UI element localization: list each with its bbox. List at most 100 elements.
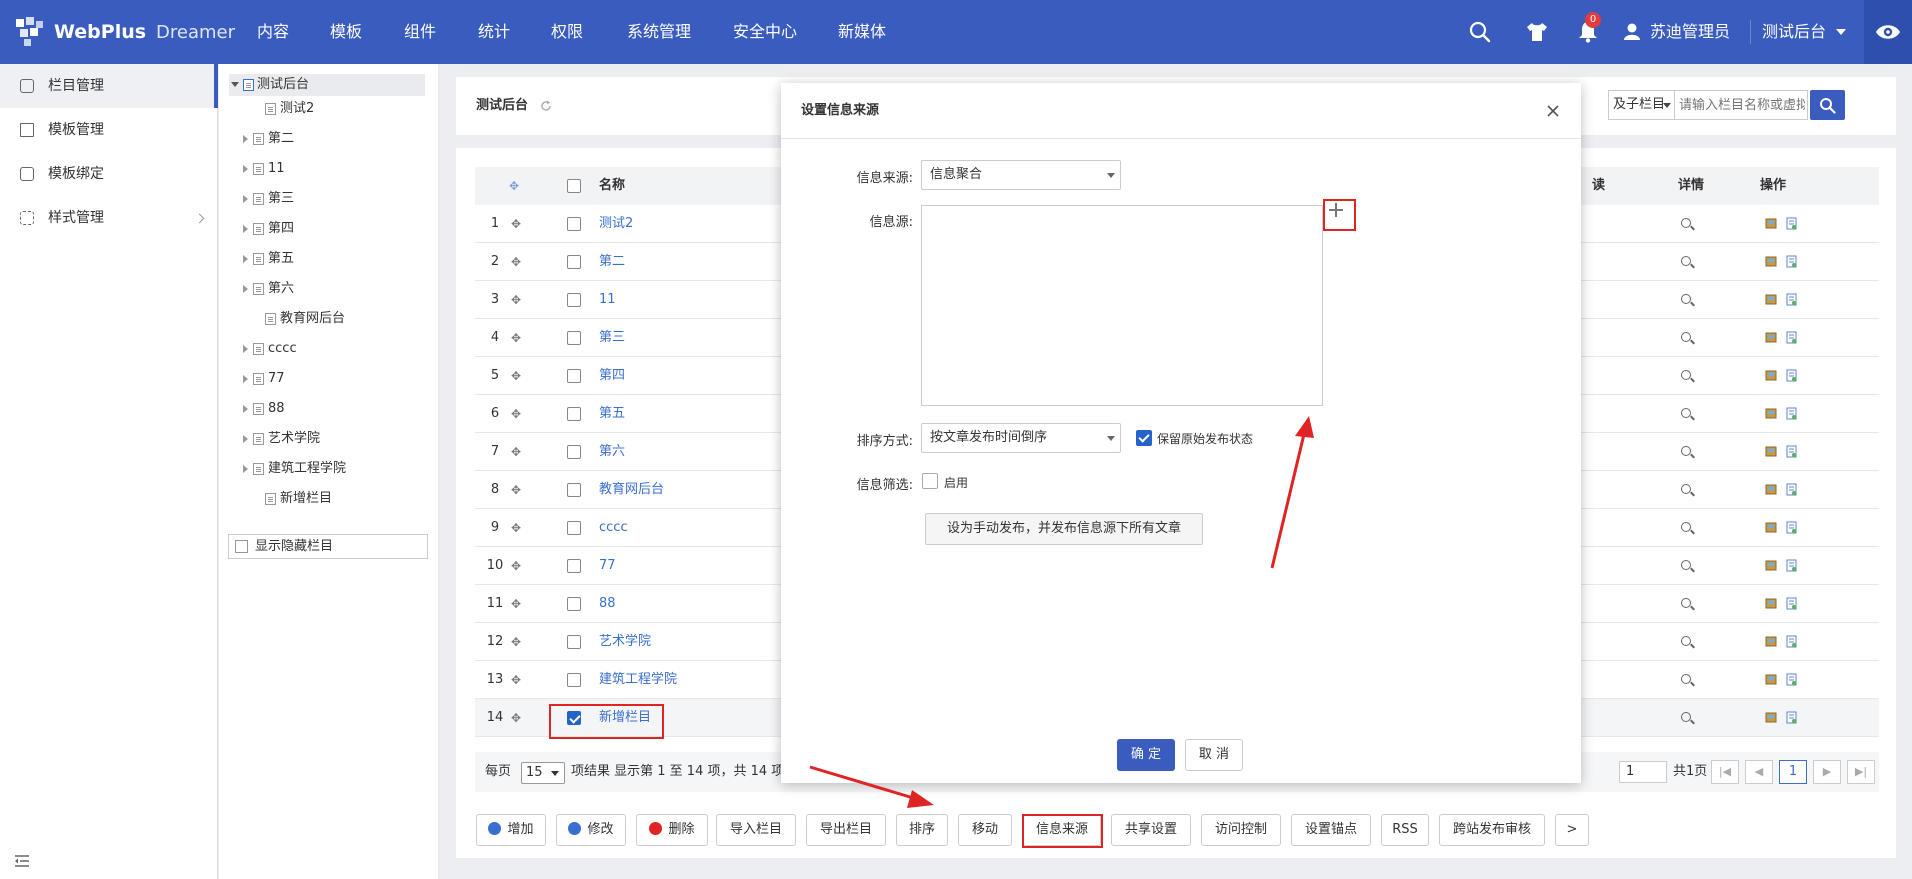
- detail-search-icon[interactable]: [1681, 636, 1691, 646]
- column-name-link[interactable]: 艺术学院: [599, 623, 651, 661]
- edit-template-icon[interactable]: [1765, 711, 1778, 724]
- show-hidden-columns[interactable]: 显示隐藏栏目: [228, 534, 428, 559]
- nav-permission[interactable]: 权限: [551, 0, 583, 64]
- column-name-link[interactable]: cccc: [599, 509, 628, 547]
- sidebar-item-columns[interactable]: 栏目管理: [0, 64, 218, 108]
- edit-template-icon[interactable]: [1765, 369, 1778, 382]
- import-columns-button[interactable]: 导入栏目: [716, 814, 796, 846]
- tree-expand-icon[interactable]: [243, 345, 248, 353]
- column-name-link[interactable]: 建筑工程学院: [599, 661, 677, 699]
- search-button[interactable]: [1810, 90, 1845, 120]
- filter-enable-checkbox[interactable]: [922, 473, 938, 489]
- tree-node[interactable]: 第四: [243, 218, 419, 240]
- nav-security[interactable]: 安全中心: [733, 0, 797, 64]
- chevron-down-icon[interactable]: [551, 771, 559, 776]
- logo[interactable]: WebPlus Dreamer: [14, 12, 235, 52]
- drag-handle-icon[interactable]: ✥: [509, 205, 523, 243]
- theme-shirt-icon[interactable]: [1523, 18, 1551, 46]
- column-name-link[interactable]: 第三: [599, 319, 625, 357]
- cross-site-review-button[interactable]: 跨站发布审核: [1439, 814, 1545, 846]
- tree-node[interactable]: 艺术学院: [243, 428, 419, 450]
- tree-root[interactable]: 测试后台: [229, 74, 425, 96]
- add-button[interactable]: 增加: [476, 814, 546, 846]
- view-page-icon[interactable]: [1785, 673, 1798, 686]
- current-page-button[interactable]: 1: [1779, 760, 1807, 784]
- drag-handle-icon[interactable]: ✥: [509, 433, 523, 471]
- column-name-link[interactable]: 第四: [599, 357, 625, 395]
- edit-template-icon[interactable]: [1765, 293, 1778, 306]
- chevron-down-icon[interactable]: [1836, 29, 1846, 35]
- tree-expand-icon[interactable]: [243, 435, 248, 443]
- edit-template-icon[interactable]: [1765, 597, 1778, 610]
- detail-search-icon[interactable]: [1681, 598, 1691, 608]
- edit-template-icon[interactable]: [1765, 559, 1778, 572]
- edit-template-icon[interactable]: [1765, 635, 1778, 648]
- first-page-button[interactable]: |◀: [1711, 760, 1739, 784]
- column-name-link[interactable]: 第五: [599, 395, 625, 433]
- nav-newmedia[interactable]: 新媒体: [838, 0, 886, 64]
- tree-node[interactable]: cccc: [243, 338, 419, 360]
- tree-node[interactable]: 11: [243, 158, 419, 180]
- drag-handle-icon[interactable]: ✥: [509, 319, 523, 357]
- row-checkbox[interactable]: [567, 445, 581, 459]
- tree-expand-icon[interactable]: [243, 405, 248, 413]
- view-page-icon[interactable]: [1785, 217, 1798, 230]
- sort-method-select[interactable]: 按文章发布时间倒序: [921, 423, 1121, 453]
- row-checkbox[interactable]: [567, 293, 581, 307]
- sidebar-item-template-binding[interactable]: 模板绑定: [0, 152, 218, 196]
- row-checkbox[interactable]: [567, 635, 581, 649]
- drag-handle-icon[interactable]: ✥: [509, 243, 523, 281]
- detail-search-icon[interactable]: [1681, 294, 1691, 304]
- row-checkbox[interactable]: [567, 331, 581, 345]
- tree-node[interactable]: 77: [243, 368, 419, 390]
- column-name-link[interactable]: 88: [599, 585, 616, 623]
- row-checkbox[interactable]: [567, 369, 581, 383]
- next-page-button[interactable]: ▶: [1813, 760, 1841, 784]
- tree-node[interactable]: 建筑工程学院: [243, 458, 419, 480]
- nav-content[interactable]: 内容: [257, 0, 289, 64]
- manual-publish-button[interactable]: 设为手动发布，并发布信息源下所有文章: [925, 513, 1203, 545]
- rss-button[interactable]: RSS: [1381, 814, 1429, 846]
- tree-expanded-icon[interactable]: [231, 82, 239, 87]
- drag-handle-icon[interactable]: ✥: [509, 509, 523, 547]
- keep-status-checkbox[interactable]: [1136, 430, 1152, 446]
- view-page-icon[interactable]: [1785, 407, 1798, 420]
- cancel-button[interactable]: 取 消: [1185, 739, 1243, 771]
- export-columns-button[interactable]: 导出栏目: [806, 814, 886, 846]
- user-name[interactable]: 苏迪管理员: [1650, 0, 1730, 64]
- view-page-icon[interactable]: [1785, 635, 1798, 648]
- sort-button[interactable]: 排序: [896, 814, 948, 846]
- view-page-icon[interactable]: [1785, 711, 1798, 724]
- refresh-icon[interactable]: [540, 100, 552, 112]
- detail-search-icon[interactable]: [1681, 408, 1691, 418]
- more-button[interactable]: >: [1555, 814, 1589, 846]
- tree-expand-icon[interactable]: [243, 465, 248, 473]
- tree-expand-icon[interactable]: [243, 165, 248, 173]
- set-anchor-button[interactable]: 设置锚点: [1291, 814, 1371, 846]
- drag-handle-icon[interactable]: ✥: [509, 357, 523, 395]
- detail-search-icon[interactable]: [1681, 332, 1691, 342]
- preview-toggle[interactable]: [1864, 0, 1912, 64]
- edit-template-icon[interactable]: [1765, 331, 1778, 344]
- detail-search-icon[interactable]: [1681, 446, 1691, 456]
- row-checkbox[interactable]: [567, 673, 581, 687]
- view-page-icon[interactable]: [1785, 559, 1798, 572]
- share-settings-button[interactable]: 共享设置: [1111, 814, 1191, 846]
- prev-page-button[interactable]: ◀: [1745, 760, 1773, 784]
- select-all-checkbox[interactable]: [567, 179, 581, 193]
- detail-search-icon[interactable]: [1681, 712, 1691, 722]
- tree-expand-icon[interactable]: [243, 375, 248, 383]
- view-page-icon[interactable]: [1785, 369, 1798, 382]
- show-hidden-checkbox[interactable]: [235, 540, 248, 553]
- search-icon[interactable]: [1466, 18, 1494, 46]
- tree-node[interactable]: 第三: [243, 188, 419, 210]
- move-button[interactable]: 移动: [958, 814, 1012, 846]
- source-type-select[interactable]: 信息聚合: [921, 160, 1121, 190]
- tree-node[interactable]: 第二: [243, 128, 419, 150]
- tree-expand-icon[interactable]: [243, 285, 248, 293]
- column-name-link[interactable]: 测试2: [599, 205, 633, 243]
- tree-node[interactable]: 88: [243, 398, 419, 420]
- drag-handle-icon[interactable]: ✥: [509, 281, 523, 319]
- collapse-menu-icon[interactable]: [14, 854, 30, 868]
- edit-template-icon[interactable]: [1765, 521, 1778, 534]
